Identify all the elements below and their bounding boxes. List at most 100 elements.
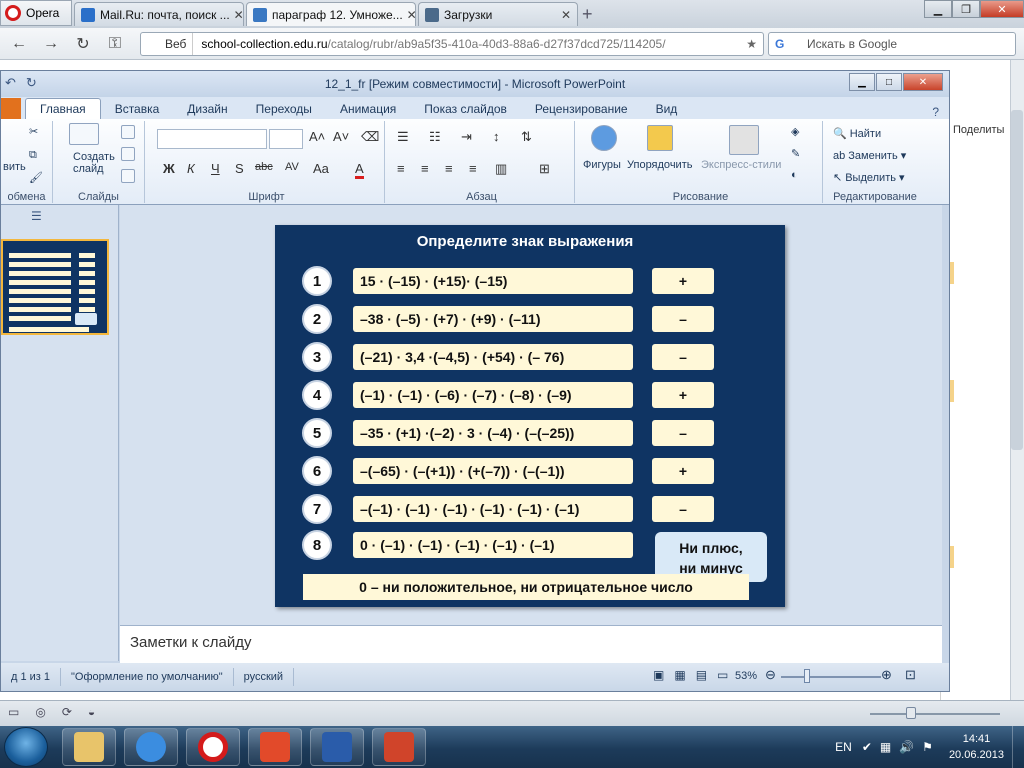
paste-button[interactable]: вить (3, 161, 26, 173)
quick-styles-icon[interactable] (729, 125, 759, 155)
bullets-icon[interactable]: ☰ (397, 129, 409, 145)
close-window-icon[interactable]: ✕ (980, 0, 1024, 18)
zoom-level[interactable]: 53% (735, 670, 757, 682)
language-status[interactable]: русский (234, 668, 295, 686)
quick-styles-button[interactable]: Экспресс-стили (701, 159, 781, 171)
page-zoom-thumb[interactable] (906, 707, 916, 719)
notes-field[interactable]: Заметки к слайду (120, 625, 942, 663)
zoom-slider[interactable] (781, 676, 881, 678)
new-tab-icon[interactable]: + (582, 4, 593, 25)
sorter-view-icon[interactable]: ▦ (674, 668, 685, 682)
bold-button[interactable]: Ж (163, 161, 175, 176)
columns-icon[interactable]: ▥ (495, 161, 507, 177)
tab-slideshow[interactable]: Показ слайдов (410, 98, 521, 119)
tab-transitions[interactable]: Переходы (242, 98, 326, 119)
strikethrough-button[interactable]: abc (255, 161, 273, 173)
tab-animation[interactable]: Анимация (326, 98, 410, 119)
new-slide-icon[interactable] (69, 123, 99, 145)
slide-thumbnail-1[interactable] (1, 239, 109, 335)
outline-tab-icon[interactable]: ☰ (31, 209, 42, 223)
find-button[interactable]: 🔍 Найти (833, 127, 881, 141)
reading-view-icon[interactable]: ▤ (696, 668, 707, 682)
shadow-button[interactable]: S (235, 161, 244, 176)
reload-icon[interactable]: ↻ (72, 34, 94, 54)
font-name-field[interactable] (157, 129, 267, 149)
key-icon[interactable]: ⚿ (104, 34, 126, 54)
page-zoom-slider[interactable] (870, 713, 1000, 715)
zoom-slider-thumb[interactable] (804, 669, 810, 683)
normal-view-icon[interactable]: ▣ (653, 668, 664, 682)
tab-home[interactable]: Главная (25, 98, 101, 119)
redo-icon[interactable]: ↻ (26, 75, 37, 91)
tab-insert[interactable]: Вставка (101, 98, 174, 119)
zoom-in-icon[interactable]: ⊕ (881, 667, 892, 683)
cut-icon[interactable]: ✂ (29, 125, 38, 138)
clear-format-icon[interactable]: ⌫ (361, 129, 379, 145)
url-field[interactable]: Веб school-collection.edu.ru/catalog/rub… (140, 32, 764, 56)
arrange-icon[interactable] (647, 125, 673, 151)
shapes-button[interactable]: Фигуры (583, 159, 621, 171)
indent-icon[interactable]: ⇥ (461, 129, 472, 145)
copy-icon[interactable]: ⧉ (29, 149, 37, 162)
taskbar-powerpoint[interactable] (372, 728, 426, 766)
arrange-button[interactable]: Упорядочить (627, 159, 692, 171)
italic-button[interactable]: К (187, 161, 195, 176)
taskbar-word[interactable] (310, 728, 364, 766)
restore-icon[interactable]: ❐ (952, 0, 980, 18)
show-desktop-button[interactable] (1012, 726, 1024, 768)
reset-icon[interactable] (121, 147, 135, 161)
language-indicator[interactable]: EN (835, 740, 852, 754)
line-spacing-icon[interactable]: ↕ (493, 129, 500, 144)
taskbar-media[interactable] (248, 728, 302, 766)
numbering-icon[interactable]: ☷ (429, 129, 441, 145)
replace-button[interactable]: ab Заменить ▾ (833, 149, 906, 163)
tab-view[interactable]: Вид (642, 98, 692, 119)
grow-font-icon[interactable]: A˄ (309, 129, 325, 144)
system-clock[interactable]: 14:41 20.06.2013 (941, 731, 1012, 763)
help-icon[interactable]: ? (932, 105, 939, 119)
taskbar-ie[interactable] (124, 728, 178, 766)
effects-icon[interactable]: ◐ (791, 169, 798, 181)
slide-canvas[interactable]: Определите знак выражения 1 15 · (–15) ·… (275, 225, 785, 607)
outline-icon[interactable]: ✎ (791, 147, 800, 160)
select-button[interactable]: ↖ Выделить ▾ (833, 171, 905, 185)
start-button[interactable] (4, 727, 48, 767)
share-text[interactable]: Поделиты (953, 124, 1004, 136)
file-button[interactable] (1, 98, 21, 119)
close-tab-icon[interactable]: ✕ (230, 8, 243, 22)
font-color-button[interactable]: A (355, 161, 364, 179)
taskbar-explorer[interactable] (62, 728, 116, 766)
tab-design[interactable]: Дизайн (173, 98, 241, 119)
align-left-icon[interactable]: ≡ (397, 161, 405, 176)
justify-icon[interactable]: ≡ (469, 161, 477, 176)
taskbar-opera[interactable] (186, 728, 240, 766)
layout-icon[interactable] (121, 125, 135, 139)
change-case-button[interactable]: Aa (313, 161, 329, 176)
page-scrollbar-thumb[interactable] (1011, 110, 1023, 450)
bookmark-star-icon[interactable]: ★ (746, 37, 757, 51)
underline-button[interactable]: Ч (211, 161, 220, 176)
fit-to-window-icon[interactable]: ⊡ (905, 667, 916, 683)
tab-paragraph[interactable]: параграф 12. Умноже... ✕ (246, 2, 416, 26)
shapes-icon[interactable] (591, 125, 617, 151)
spacing-button[interactable]: AV (285, 161, 299, 173)
tray-volume-icon[interactable]: 🔊 (899, 740, 914, 754)
smartart-icon[interactable]: ⊞ (539, 161, 550, 177)
panel-toggle-icon[interactable]: ▭ (8, 705, 19, 719)
tray-security-icon[interactable]: ✔ (862, 740, 872, 754)
tab-review[interactable]: Рецензирование (521, 98, 642, 119)
back-arrow-icon[interactable]: ← (8, 34, 30, 54)
slideshow-view-icon[interactable]: ▭ (717, 668, 728, 682)
shrink-font-icon[interactable]: A˅ (333, 129, 349, 144)
turbo-icon[interactable]: ◒ (88, 705, 95, 719)
close-tab-icon[interactable]: ✕ (557, 8, 571, 22)
zoom-out-icon[interactable]: ⊖ (765, 667, 776, 683)
forward-arrow-icon[interactable]: → (40, 34, 62, 54)
speed-dial-icon[interactable]: ◎ (35, 705, 45, 719)
minimize-icon[interactable]: ▁ (849, 73, 875, 91)
align-right-icon[interactable]: ≡ (445, 161, 453, 176)
opera-menu-button[interactable]: Opera (0, 0, 72, 26)
minimize-icon[interactable]: ▁ (924, 0, 952, 18)
align-center-icon[interactable]: ≡ (421, 161, 429, 176)
fill-icon[interactable]: ◈ (791, 125, 799, 138)
